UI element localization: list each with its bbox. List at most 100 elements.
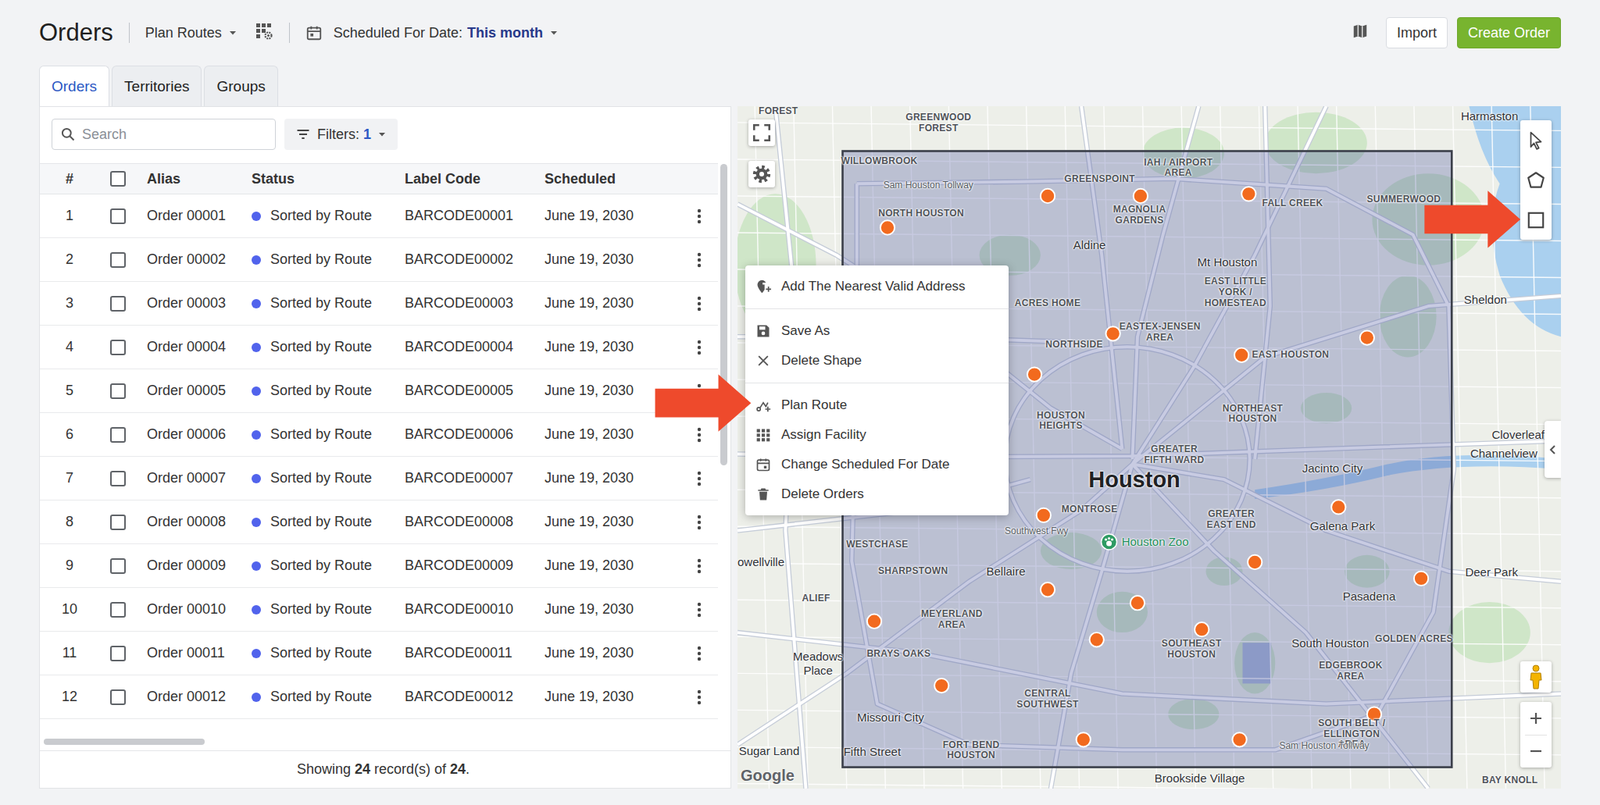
caret-down-icon[interactable] [377,129,387,140]
row-actions[interactable] [680,645,718,663]
pegman-icon[interactable] [1527,664,1545,690]
table-row[interactable]: 4Order 00004Sorted by RouteBARCODE00004J… [39,325,718,370]
facility-icon[interactable] [755,427,772,443]
row-actions[interactable] [680,295,718,313]
search-box[interactable] [51,118,276,150]
tab-label[interactable]: Orders [51,78,97,96]
fullscreen-button[interactable] [748,119,775,147]
pointer-icon[interactable] [1525,130,1547,151]
vertical-scrollbar[interactable] [717,163,731,720]
map-toggle[interactable] [1351,22,1369,43]
table-row[interactable]: 7Order 00007Sorted by RouteBARCODE00007J… [39,457,718,501]
tab[interactable]: Orders [39,65,110,107]
zoom-out-button[interactable] [1520,735,1552,769]
minus-icon[interactable] [1528,744,1543,759]
table-row[interactable]: 10Order 00010Sorted by RouteBARCODE00010… [39,588,718,633]
kebab-menu-icon[interactable] [696,557,702,575]
search-input[interactable] [82,126,268,143]
menu-item[interactable]: Plan Route [745,390,1009,421]
tab-label[interactable]: Groups [216,78,265,96]
row-actions[interactable] [680,339,718,357]
table-row[interactable]: 3Order 00003Sorted by RouteBARCODE00003J… [39,282,718,326]
table-row[interactable]: 6Order 00006Sorted by RouteBARCODE00006J… [39,413,718,458]
row-actions[interactable] [680,689,718,707]
collapse-panel-button[interactable] [1544,421,1561,479]
date-filter-dropdown[interactable]: Scheduled For Date:This month [305,24,559,42]
menu-item[interactable]: Add The Nearest Valid Address [745,271,1009,302]
kebab-menu-icon[interactable] [696,339,702,357]
checkbox[interactable] [110,646,126,662]
order-alias[interactable]: Order 00009 [146,557,226,574]
order-alias[interactable]: Order 00010 [146,601,226,618]
kebab-menu-icon[interactable] [696,295,702,313]
date-filter-value[interactable]: This month [467,25,543,42]
plan-routes-dropdown[interactable]: Plan Routes [145,25,238,42]
location-plus-icon[interactable] [755,278,772,295]
close-icon[interactable] [755,353,772,369]
map[interactable]: FORESTGREENWOOD FORESTWILLOWBROOKGREENSP… [737,106,1561,790]
select-tool[interactable] [1520,120,1552,161]
kebab-menu-icon[interactable] [696,514,702,532]
order-alias[interactable]: Order 00006 [146,426,226,443]
route-plus-icon[interactable] [755,397,772,414]
checkbox[interactable] [110,296,126,312]
kebab-menu-icon[interactable] [696,601,702,619]
import-label[interactable]: Import [1396,25,1437,42]
row-actions[interactable] [680,207,718,225]
menu-item-label[interactable]: Assign Facility [781,427,867,443]
filters-button[interactable]: Filters:1 [284,118,398,150]
order-alias[interactable]: Order 00003 [146,295,226,311]
menu-item-label[interactable]: Change Scheduled For Date [781,457,950,473]
order-alias[interactable]: Order 00002 [146,251,226,268]
chevron-left-icon[interactable] [1548,443,1558,457]
menu-item-label[interactable]: Delete Shape [781,353,862,369]
rectangle-icon[interactable] [1525,210,1547,231]
caret-down-icon[interactable] [549,28,559,38]
menu-item[interactable]: Delete Orders [745,479,1009,510]
checkbox[interactable] [110,471,126,487]
tab[interactable]: Territories [111,65,202,107]
kebab-menu-icon[interactable] [696,251,702,269]
column-header[interactable]: Scheduled [544,171,616,187]
table-row[interactable]: 5Order 00005Sorted by RouteBARCODE00005J… [39,369,718,414]
menu-item-label[interactable]: Plan Route [781,397,847,414]
map-settings-button[interactable] [748,160,775,188]
table-row[interactable]: 9Order 00009Sorted by RouteBARCODE00009J… [39,544,718,589]
menu-item[interactable]: Delete Shape [745,346,1009,376]
plan-routes-label[interactable]: Plan Routes [145,25,222,42]
create-order-button[interactable]: Create Order [1457,17,1561,49]
kebab-menu-icon[interactable] [696,645,702,663]
floppy-icon[interactable] [755,323,772,340]
checkbox[interactable] [110,208,126,225]
row-actions[interactable] [680,557,718,575]
trash-icon[interactable] [755,486,772,503]
create-order-label[interactable]: Create Order [1467,25,1550,42]
checkbox[interactable] [110,427,126,443]
date-filter-text[interactable]: Scheduled For Date:This month [333,25,543,42]
row-actions[interactable] [680,382,718,400]
table-row[interactable]: 11Order 00011Sorted by RouteBARCODE00011… [39,632,718,676]
kebab-menu-icon[interactable] [696,689,702,707]
gear-icon[interactable] [751,164,772,185]
street-view-button[interactable] [1520,661,1552,693]
tab[interactable]: Groups [203,65,278,107]
filters-label[interactable]: Filters: [317,126,360,143]
google-logo[interactable]: Google [740,767,795,786]
caret-down-icon[interactable] [228,28,238,38]
order-alias[interactable]: Order 00005 [146,382,226,399]
import-button[interactable]: Import [1385,17,1448,49]
rectangle-tool[interactable] [1520,200,1552,240]
column-header[interactable]: Status [251,171,295,187]
calendar-icon[interactable] [755,457,772,473]
checkbox[interactable] [110,383,126,400]
table-row[interactable]: 2Order 00002Sorted by RouteBARCODE00002J… [39,238,718,283]
row-actions[interactable] [680,470,718,488]
order-alias[interactable]: Order 00012 [146,689,226,705]
checkbox[interactable] [110,514,126,531]
plus-icon[interactable] [1528,711,1543,726]
kebab-menu-icon[interactable] [696,207,702,225]
grid-settings-icon[interactable] [254,21,274,41]
checkbox[interactable] [110,689,126,706]
tab-label[interactable]: Territories [124,78,190,96]
checkbox[interactable] [110,171,126,187]
